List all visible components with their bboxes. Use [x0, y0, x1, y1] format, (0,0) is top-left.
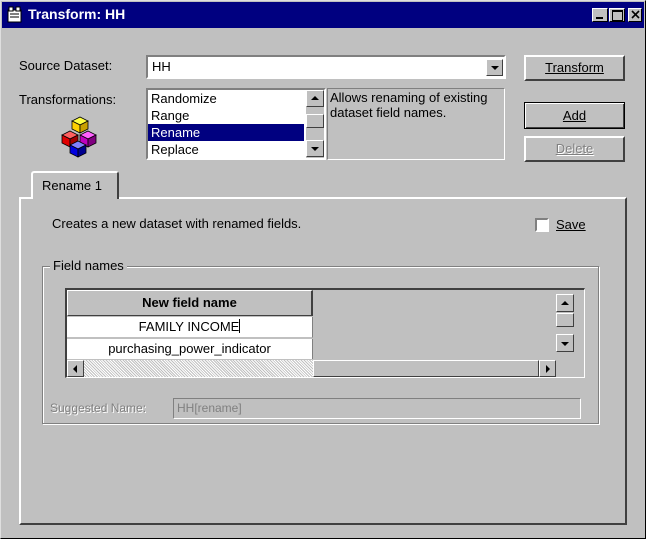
- list-scroll-thumb[interactable]: [306, 114, 324, 128]
- grid-scroll-track[interactable]: [84, 360, 313, 377]
- chevron-down-icon: [491, 66, 499, 70]
- transformation-item-rename[interactable]: Rename: [148, 124, 304, 141]
- maximize-icon: [612, 10, 623, 21]
- save-checkbox[interactable]: [535, 218, 549, 232]
- suggested-name-label: Suggested Name:: [50, 401, 147, 415]
- transformations-label: Transformations:: [19, 92, 117, 107]
- grid-scroll-down-button[interactable]: [556, 334, 574, 352]
- chevron-down-icon: [561, 342, 569, 346]
- window-title: Transform: HH: [28, 6, 126, 22]
- text-cursor: [239, 319, 241, 333]
- source-dataset-dropdown-button[interactable]: [486, 59, 503, 76]
- source-dataset-label: Source Dataset:: [19, 58, 113, 73]
- chevron-left-icon: [73, 365, 77, 373]
- field-names-grid[interactable]: New field name FAMILY INCOME purchasing_…: [65, 288, 585, 378]
- chevron-down-icon: [311, 147, 319, 151]
- list-scroll-up-button[interactable]: [306, 90, 324, 107]
- suggested-name-value: HH[rename]: [177, 401, 242, 415]
- chevron-up-icon: [311, 96, 319, 100]
- transform-button-label: Transform: [545, 60, 604, 75]
- chevron-right-icon: [546, 365, 550, 373]
- grid-vertical-scrollbar[interactable]: [556, 290, 574, 360]
- minimize-icon: [596, 17, 603, 19]
- suggested-name-field[interactable]: HH[rename]: [173, 398, 581, 419]
- transformation-description: Allows renaming of existing dataset fiel…: [330, 90, 488, 120]
- transform-button[interactable]: Transform: [524, 55, 625, 81]
- field-name-cell[interactable]: purchasing_power_indicator: [108, 341, 271, 356]
- grid-horizontal-scrollbar[interactable]: [67, 360, 557, 377]
- tab-rename-1-label: Rename 1: [42, 178, 102, 193]
- transformation-item-replace[interactable]: Replace: [148, 141, 304, 158]
- save-checkbox-label[interactable]: Save: [556, 217, 586, 232]
- column-header-new-field-name[interactable]: New field name: [67, 290, 313, 316]
- transformations-list[interactable]: Randomize Range Rename Replace: [146, 88, 326, 160]
- app-icon: [7, 6, 23, 23]
- grid-scroll-left-button[interactable]: [67, 360, 84, 377]
- chevron-up-icon: [561, 301, 569, 305]
- delete-button-label: Delete: [555, 141, 594, 156]
- table-row-1[interactable]: FAMILY INCOME: [67, 317, 313, 338]
- transformations-scrollbar[interactable]: [306, 90, 324, 158]
- minimize-button[interactable]: [592, 8, 608, 22]
- delete-button[interactable]: Delete: [524, 136, 625, 162]
- tab-rename-1[interactable]: Rename 1: [31, 171, 119, 199]
- title-bar[interactable]: Transform: HH: [2, 2, 644, 28]
- field-name-cell[interactable]: FAMILY INCOME: [139, 319, 240, 334]
- grid-scroll-thumb[interactable]: [556, 313, 574, 327]
- source-dataset-combo[interactable]: HH: [146, 55, 506, 79]
- transformation-item-randomize[interactable]: Randomize: [148, 90, 304, 107]
- maximize-button[interactable]: [609, 8, 625, 22]
- grid-scroll-up-button[interactable]: [556, 294, 574, 312]
- table-row-2[interactable]: purchasing_power_indicator: [67, 339, 313, 359]
- close-button[interactable]: [628, 8, 642, 22]
- grid-scroll-right-button[interactable]: [539, 360, 556, 377]
- field-names-legend: Field names: [50, 258, 127, 273]
- add-button[interactable]: Add: [524, 102, 625, 129]
- transformation-item-range[interactable]: Range: [148, 107, 304, 124]
- transformation-description-box: Allows renaming of existing dataset fiel…: [327, 88, 505, 160]
- source-dataset-value: HH: [152, 59, 171, 74]
- list-scroll-down-button[interactable]: [306, 140, 324, 157]
- close-icon: [631, 10, 640, 19]
- grid-scroll-hthumb[interactable]: [313, 360, 539, 377]
- panel-description: Creates a new dataset with renamed field…: [52, 216, 302, 231]
- add-button-label: Add: [562, 108, 587, 123]
- transformation-cubes-icon: [61, 116, 97, 158]
